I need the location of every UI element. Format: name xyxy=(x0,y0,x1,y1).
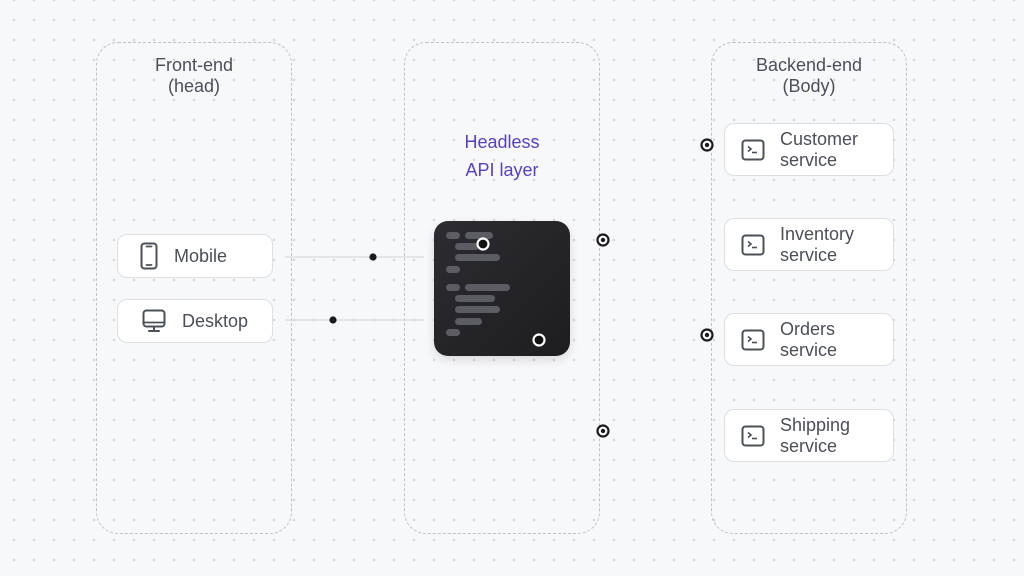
connector-dot xyxy=(369,253,377,261)
client-label: Mobile xyxy=(174,245,228,266)
terminal-icon xyxy=(741,329,765,351)
connector-dot xyxy=(329,316,337,324)
service-label: Customer service xyxy=(780,128,859,170)
service-label: Shipping service xyxy=(780,414,851,456)
client-card-desktop[interactable]: Desktop xyxy=(117,299,273,343)
connector-inventory xyxy=(596,233,712,247)
client-card-mobile[interactable]: Mobile xyxy=(117,234,273,278)
connector-shipping xyxy=(596,424,712,438)
terminal-icon xyxy=(741,234,765,256)
code-editor-icon xyxy=(434,221,570,356)
service-card-inventory[interactable]: Inventory service xyxy=(724,218,894,271)
connector-mobile xyxy=(285,253,424,261)
desktop-monitor-icon xyxy=(142,309,166,333)
service-card-orders[interactable]: Orders service xyxy=(724,313,894,366)
service-label: Inventory service xyxy=(780,223,855,265)
connector-desktop xyxy=(285,316,424,324)
mobile-phone-icon xyxy=(140,242,158,270)
client-label: Desktop xyxy=(182,310,249,331)
terminal-icon xyxy=(741,139,765,161)
service-card-shipping[interactable]: Shipping service xyxy=(724,409,894,462)
service-card-customer[interactable]: Customer service xyxy=(724,123,894,176)
connector-node xyxy=(476,237,490,251)
terminal-icon xyxy=(741,425,765,447)
connector-node xyxy=(532,333,546,347)
connector-orders xyxy=(600,328,714,342)
connector-customer xyxy=(600,138,714,152)
service-label: Orders service xyxy=(780,318,838,360)
